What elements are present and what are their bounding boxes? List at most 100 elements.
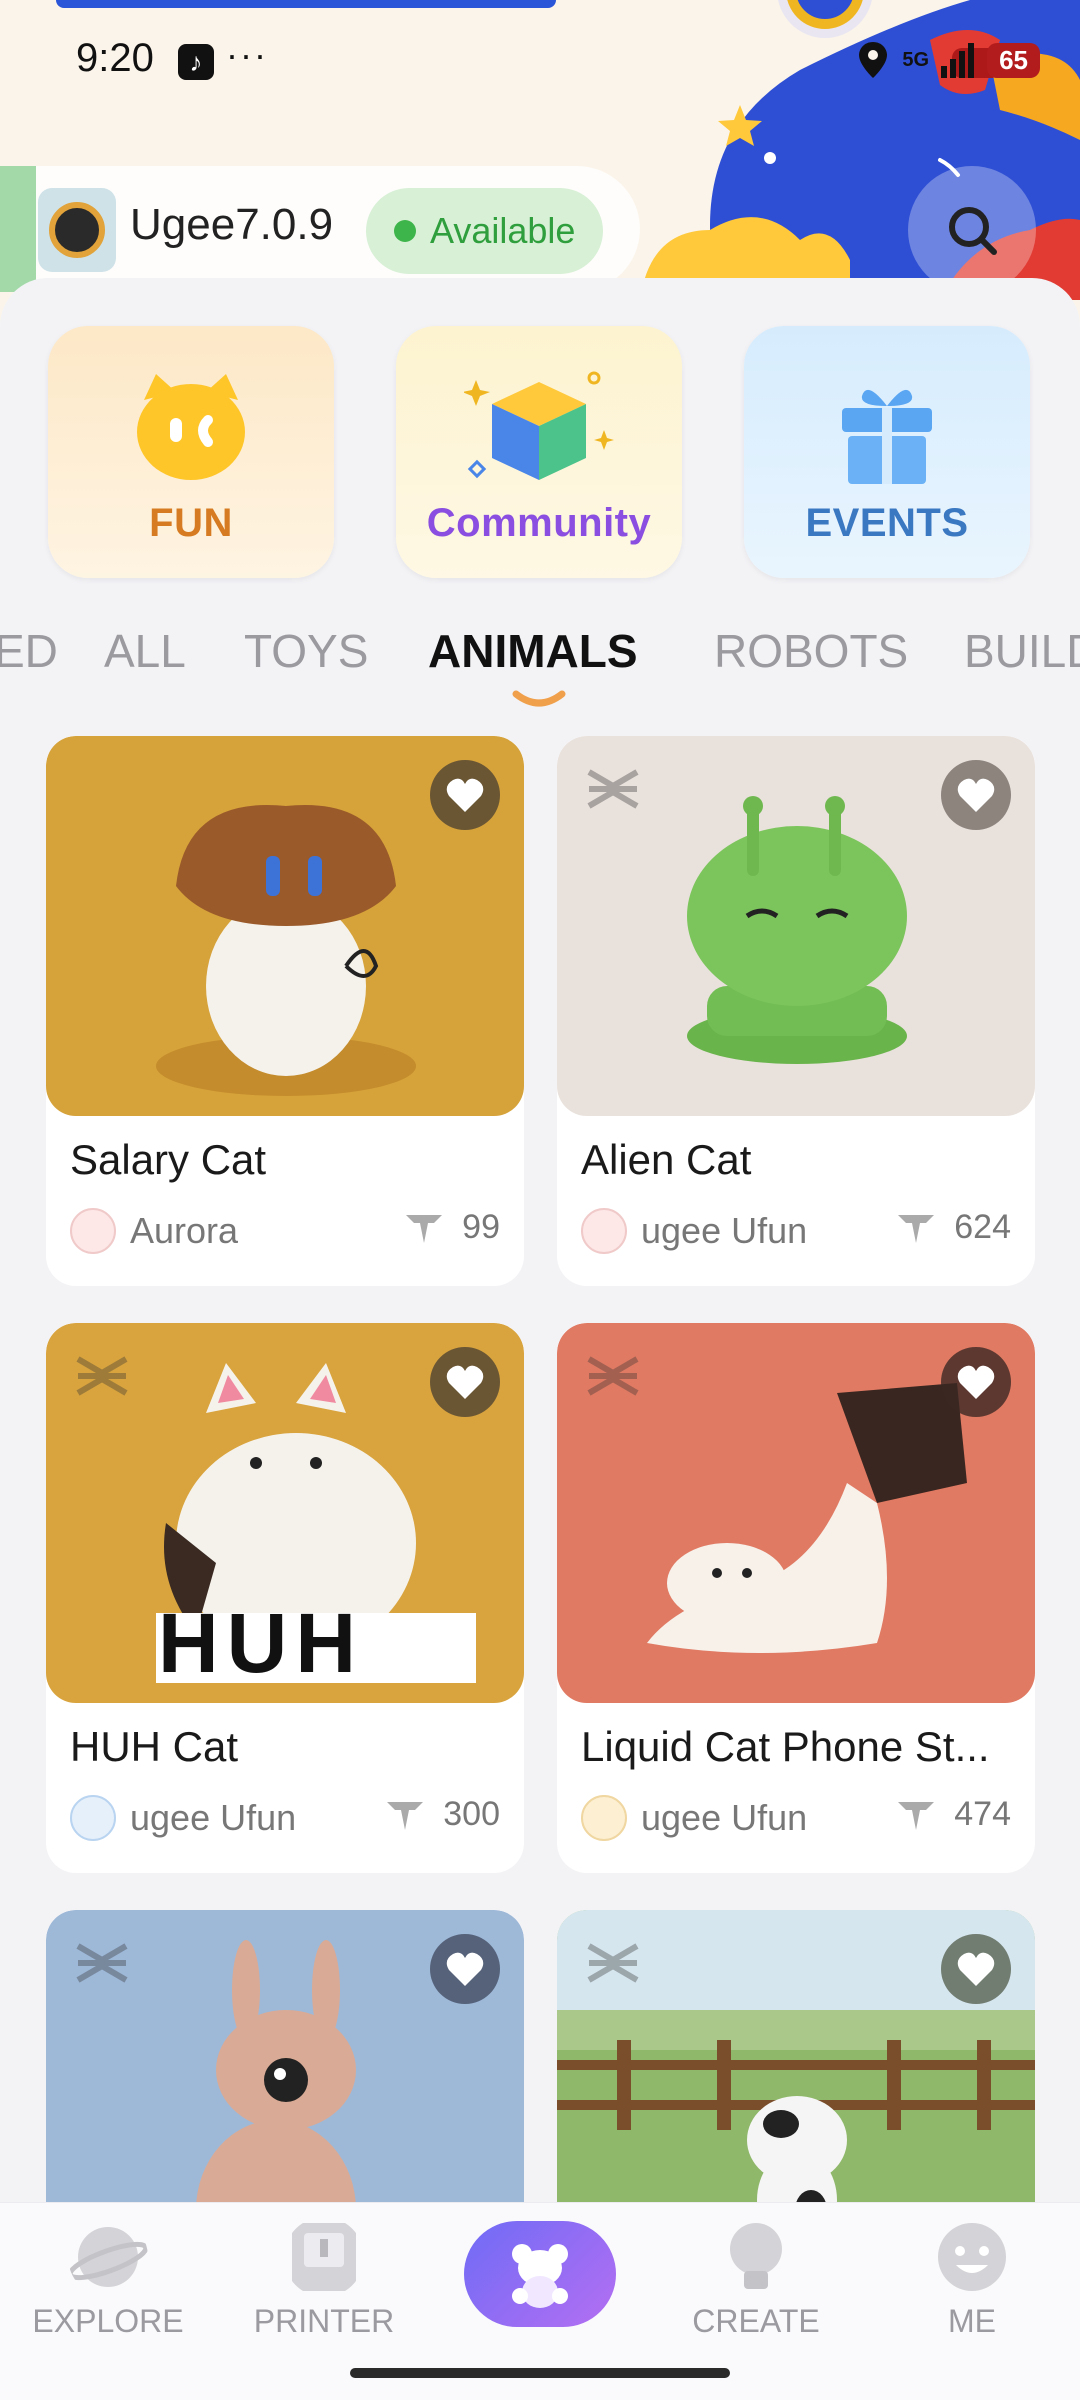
model-image [46, 1910, 524, 2206]
category-community[interactable]: Community [396, 326, 682, 578]
author-avatar [581, 1208, 627, 1254]
model-card[interactable] [46, 1910, 524, 2206]
print-count-icon [898, 1801, 935, 1830]
heart-icon [957, 1365, 995, 1399]
heart-icon [957, 778, 995, 812]
author-name: ugee Ufun [130, 1797, 297, 1838]
planet-icon [68, 2227, 148, 2287]
brand-watermark-icon [76, 1943, 128, 1983]
download-count: 474 [896, 1795, 1011, 1834]
tiktok-icon: ♪ [178, 44, 214, 80]
nav-label: PRINTER [253, 2303, 395, 2339]
active-tab-indicator [512, 690, 566, 707]
model-author[interactable]: ugee Ufun [70, 1795, 296, 1841]
print-count-icon [898, 1214, 935, 1243]
model-image [557, 1323, 1035, 1703]
nav-label: ME [948, 2303, 996, 2339]
smiley-icon [938, 2223, 1006, 2291]
cube-icon [464, 371, 614, 480]
category-label: Community [426, 501, 652, 545]
printer-thumbnail [38, 188, 116, 272]
model-card[interactable]: Salary Cat Aurora 99 [46, 736, 524, 1286]
tab-animals[interactable]: ANIMALS [428, 624, 638, 678]
model-image [557, 736, 1035, 1116]
category-fun[interactable]: FUN [48, 326, 334, 578]
printer-status-text: Available [430, 210, 576, 251]
category-tabs: ED ALL TOYS ANIMALS ROBOTS BUILD [0, 612, 1080, 722]
battery-indicator: 65 [987, 42, 1040, 78]
printer-status-badge: Available [366, 188, 604, 274]
print-count-icon [387, 1801, 424, 1830]
cat-face-icon [137, 374, 245, 480]
tab-all[interactable]: ALL [104, 624, 186, 678]
search-icon [949, 207, 997, 255]
brand-watermark-icon [587, 1943, 639, 1983]
brand-watermark-icon [74, 764, 130, 814]
status-bar: 9:20 ♪ ··· 5G 65 [0, 0, 1080, 120]
huh-label: HUH [158, 1596, 364, 1690]
status-time: 9:20 [76, 36, 154, 80]
nav-me[interactable]: ME [892, 2217, 1052, 2340]
download-count: 99 [404, 1208, 500, 1247]
bear-icon [512, 2244, 568, 2308]
author-name: ugee Ufun [641, 1210, 808, 1251]
model-card[interactable] [557, 1910, 1035, 2206]
tab-robots[interactable]: ROBOTS [714, 624, 908, 678]
heart-icon [446, 1952, 484, 1986]
author-name: ugee Ufun [641, 1797, 808, 1838]
download-count-value: 99 [462, 1208, 500, 1246]
nav-label: EXPLORE [32, 2303, 184, 2339]
lightbulb-icon [730, 2223, 782, 2289]
model-image [557, 1910, 1035, 2206]
favorite-button[interactable] [941, 1934, 1011, 2004]
model-author[interactable]: Aurora [70, 1208, 238, 1254]
status-dot-icon [394, 220, 416, 242]
download-count-value: 624 [954, 1208, 1011, 1246]
download-count: 624 [896, 1208, 1011, 1247]
brand-watermark-icon [76, 1356, 128, 1396]
model-card[interactable]: Alien Cat ugee Ufun 624 [557, 736, 1035, 1286]
network-type: 5G [902, 48, 930, 71]
download-count-value: 474 [954, 1795, 1011, 1833]
location-icon [859, 42, 888, 78]
author-name: Aurora [130, 1210, 239, 1251]
model-image: HUH [46, 1323, 524, 1703]
nav-explore[interactable]: EXPLORE [28, 2217, 188, 2340]
model-title: Alien Cat [581, 1136, 752, 1183]
gift-icon [842, 389, 932, 484]
model-card[interactable]: HUH HUH Cat ugee Ufun 300 [46, 1323, 524, 1873]
search-button[interactable] [908, 166, 1036, 294]
download-count-value: 300 [443, 1795, 500, 1833]
model-card[interactable]: Liquid Cat Phone St... ugee Ufun 474 [557, 1323, 1035, 1873]
model-author[interactable]: ugee Ufun [581, 1795, 807, 1841]
author-avatar [581, 1795, 627, 1841]
model-image [46, 736, 524, 1116]
more-notifications-icon: ··· [226, 34, 268, 75]
nav-create[interactable]: CREATE [676, 2217, 836, 2340]
author-avatar [70, 1795, 116, 1841]
favorite-button[interactable] [430, 1934, 500, 2004]
tab-build[interactable]: BUILD [964, 624, 1080, 678]
model-title: HUH Cat [70, 1723, 239, 1770]
favorite-button[interactable] [430, 1347, 500, 1417]
signal-icon [941, 43, 975, 78]
brand-watermark-icon [587, 1356, 639, 1396]
nav-printer[interactable]: PRINTER [244, 2217, 404, 2340]
category-label: FUN [149, 501, 233, 545]
favorite-button[interactable] [941, 760, 1011, 830]
home-indicator[interactable] [350, 2368, 730, 2378]
favorite-button[interactable] [430, 760, 500, 830]
category-label: EVENTS [805, 501, 969, 545]
model-grid: Salary Cat Aurora 99 Alien Cat ugee Ufun… [0, 736, 1080, 2206]
brand-watermark-icon [587, 769, 639, 809]
author-avatar [70, 1208, 116, 1254]
category-events[interactable]: EVENTS [744, 326, 1030, 578]
tab-featured[interactable]: ED [0, 624, 58, 678]
tab-toys[interactable]: TOYS [244, 624, 368, 678]
nav-home-models[interactable] [464, 2221, 616, 2327]
printer-selector-edge [0, 166, 36, 292]
model-author[interactable]: ugee Ufun [581, 1208, 807, 1254]
model-title: Salary Cat [70, 1136, 267, 1183]
download-count: 300 [385, 1795, 500, 1834]
favorite-button[interactable] [941, 1347, 1011, 1417]
